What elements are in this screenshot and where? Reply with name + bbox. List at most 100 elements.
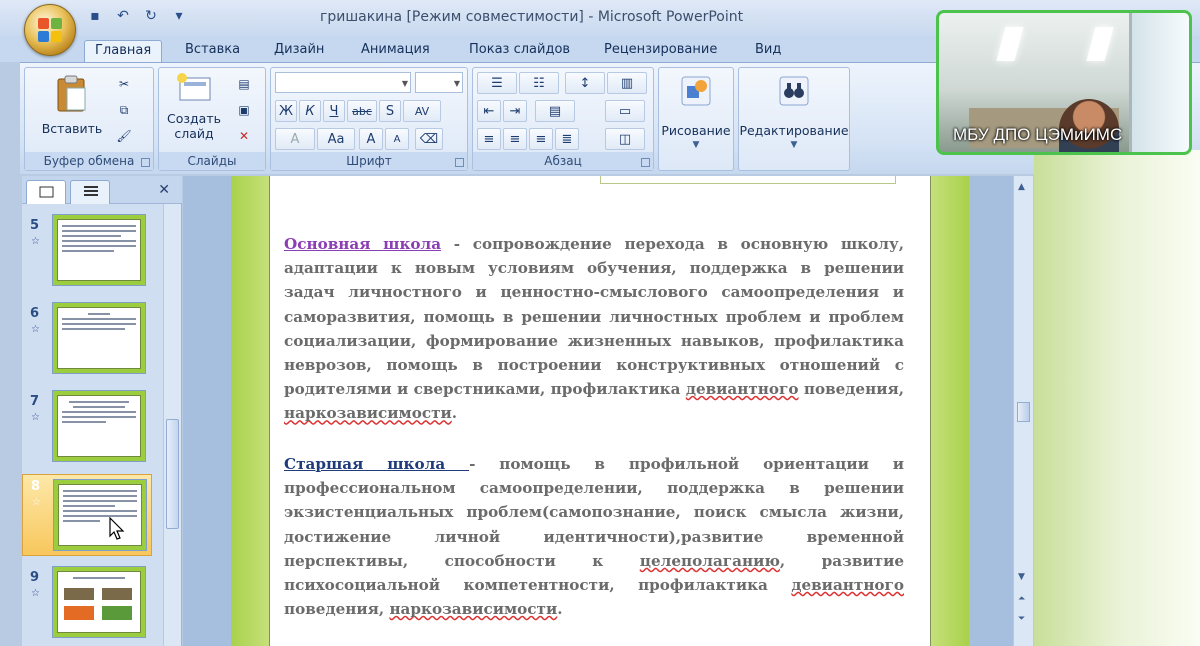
tab-insert[interactable]: Вставка [175, 40, 250, 62]
slide-canvas[interactable]: Основная школа - сопровождение перехода … [269, 176, 931, 646]
copy-icon[interactable]: ⧉ [113, 100, 135, 120]
editing-button[interactable]: Редактирование ▼ [739, 74, 849, 153]
bullets-icon[interactable]: ☰ [477, 72, 517, 94]
font-group-label: Шрифт [271, 152, 467, 170]
transition-star-icon: ☆ [31, 588, 40, 599]
tab-view[interactable]: Вид [745, 40, 791, 62]
tab-outline[interactable] [70, 180, 110, 204]
heading-high-school: Старшая школа [284, 455, 470, 473]
misspelled-word: целеполаганию [639, 551, 780, 570]
format-painter-icon[interactable]: 🖌 [113, 126, 135, 146]
strikethrough-button[interactable]: abc [347, 100, 377, 122]
font-color-button[interactable]: A [275, 128, 315, 150]
save-icon[interactable]: ▪ [86, 7, 104, 25]
thumbnail-slide-9[interactable]: 9 ☆ [22, 566, 152, 646]
justify-icon[interactable]: ≣ [555, 128, 579, 150]
drawing-label: Рисование [661, 123, 731, 138]
slide-scrollbar[interactable]: ▲ ▼ ⏶ ⏷ [1013, 176, 1033, 646]
undo-icon[interactable]: ↶ [114, 7, 132, 25]
window-title: гришакина [Режим совместимости] - Micros… [320, 9, 744, 25]
scroll-down-icon[interactable]: ▼ [1018, 572, 1025, 582]
slide-scroll-thumb[interactable] [1017, 402, 1030, 422]
group-font: ▼ ▼ Ж К Ч abc S AV A Aa A A ⌫ Шрифт [270, 67, 468, 171]
quick-access-toolbar: ▪ ↶ ↻ ▾ [86, 7, 188, 25]
text-segment: поведения, [798, 380, 904, 399]
align-center-icon[interactable]: ≡ [503, 128, 527, 150]
clear-format-icon[interactable]: ⌫ [415, 128, 443, 150]
paragraph-launcher-icon[interactable] [641, 158, 650, 167]
editing-dropdown-icon: ▼ [790, 140, 798, 150]
tab-home[interactable]: Главная [84, 40, 163, 62]
group-paragraph: ☰ ☷ ↕ ▥ ⇤ ⇥ ▤ ▭ ≡ ≡ ≡ ≣ ◫ Абзац [472, 67, 654, 171]
drawing-button[interactable]: Рисование ▼ [659, 74, 733, 153]
office-button[interactable] [24, 4, 76, 56]
slide-preview [52, 566, 146, 638]
text-segment: поведения, [284, 600, 390, 619]
thumbnail-slide-6[interactable]: 6 ☆ [22, 302, 152, 386]
thumbnail-slide-7[interactable]: 7 ☆ [22, 390, 152, 474]
pane-scrollbar[interactable] [163, 204, 181, 646]
reset-icon[interactable]: ▣ [233, 100, 255, 120]
cut-icon[interactable]: ✂ [113, 74, 135, 94]
drawing-dropdown-icon: ▼ [692, 140, 700, 150]
tab-animation[interactable]: Анимация [351, 40, 440, 62]
slide-preview [52, 390, 146, 462]
paragraph-basic-school[interactable]: Основная школа - сопровождение перехода … [284, 232, 904, 426]
tab-design[interactable]: Дизайн [264, 40, 334, 62]
font-launcher-icon[interactable] [455, 158, 464, 167]
text-segment: - сопровождение перехода в основную школ… [284, 235, 904, 399]
shadow-button[interactable]: S [379, 100, 401, 122]
paragraph-high-school[interactable]: Старшая школа - помощь в профильной орие… [284, 452, 904, 621]
paste-button[interactable]: Вставить [39, 74, 105, 136]
smartart-icon[interactable]: ◫ [605, 128, 645, 150]
shrink-font-button[interactable]: A [385, 128, 409, 150]
slide-thumbnail-icon [39, 186, 54, 198]
customize-qat-icon[interactable]: ▾ [170, 7, 188, 25]
font-name-combo[interactable]: ▼ [275, 72, 411, 93]
layout-icon[interactable]: ▤ [233, 74, 255, 94]
thumbnail-slide-8[interactable]: 8 ☆ [22, 474, 152, 556]
text-placeholder-edge [600, 176, 896, 184]
paragraph-group-label: Абзац [473, 152, 653, 170]
close-pane-icon[interactable]: ✕ [158, 182, 170, 198]
align-right-icon[interactable]: ≡ [529, 128, 553, 150]
new-slide-button[interactable]: Создать слайд [163, 72, 225, 141]
misspelled-word: девиантного [791, 576, 904, 595]
tab-slideshow[interactable]: Показ слайдов [459, 40, 580, 62]
new-slide-label-1: Создать [167, 111, 221, 126]
clipboard-icon [57, 75, 86, 112]
next-slide-icon[interactable]: ⏷ [1018, 614, 1025, 624]
line-spacing-icon[interactable]: ↕ [565, 72, 605, 94]
increase-indent-icon[interactable]: ⇥ [503, 100, 527, 122]
tab-slides-thumbnails[interactable] [26, 180, 66, 204]
columns-icon[interactable]: ▥ [607, 72, 647, 94]
text-direction-icon[interactable]: ▤ [535, 100, 575, 122]
pane-scroll-thumb[interactable] [166, 419, 179, 529]
slides-pane: ✕ 5 ☆ 6 ☆ 7 ☆ 8 ☆ 9 ☆ [22, 176, 182, 646]
delete-slide-icon[interactable]: ✕ [233, 126, 255, 146]
char-spacing-button[interactable]: AV [403, 100, 441, 122]
italic-button[interactable]: К [299, 100, 321, 122]
transition-star-icon: ☆ [32, 497, 41, 508]
scroll-up-icon[interactable]: ▲ [1018, 182, 1025, 192]
shapes-icon [681, 76, 711, 106]
underline-button[interactable]: Ч [323, 100, 345, 122]
change-case-button[interactable]: Aa [317, 128, 355, 150]
bold-button[interactable]: Ж [275, 100, 297, 122]
font-size-combo[interactable]: ▼ [415, 72, 463, 93]
desktop-background [1034, 150, 1200, 646]
slides-group-label: Слайды [159, 152, 265, 170]
previous-slide-icon[interactable]: ⏶ [1018, 594, 1025, 604]
thumbnail-slide-5[interactable]: 5 ☆ [22, 214, 152, 298]
tab-review[interactable]: Рецензирование [594, 40, 727, 62]
align-text-icon[interactable]: ▭ [605, 100, 645, 122]
numbering-icon[interactable]: ☷ [519, 72, 559, 94]
decrease-indent-icon[interactable]: ⇤ [477, 100, 501, 122]
align-left-icon[interactable]: ≡ [477, 128, 501, 150]
grow-font-button[interactable]: A [359, 128, 383, 150]
new-slide-icon [177, 73, 211, 101]
webcam-overlay: МБУ ДПО ЦЭМиИМС [936, 10, 1192, 155]
redo-icon[interactable]: ↻ [142, 7, 160, 25]
clipboard-launcher-icon[interactable] [141, 158, 150, 167]
group-clipboard: Вставить ✂ ⧉ 🖌 Буфер обмена [24, 67, 154, 171]
